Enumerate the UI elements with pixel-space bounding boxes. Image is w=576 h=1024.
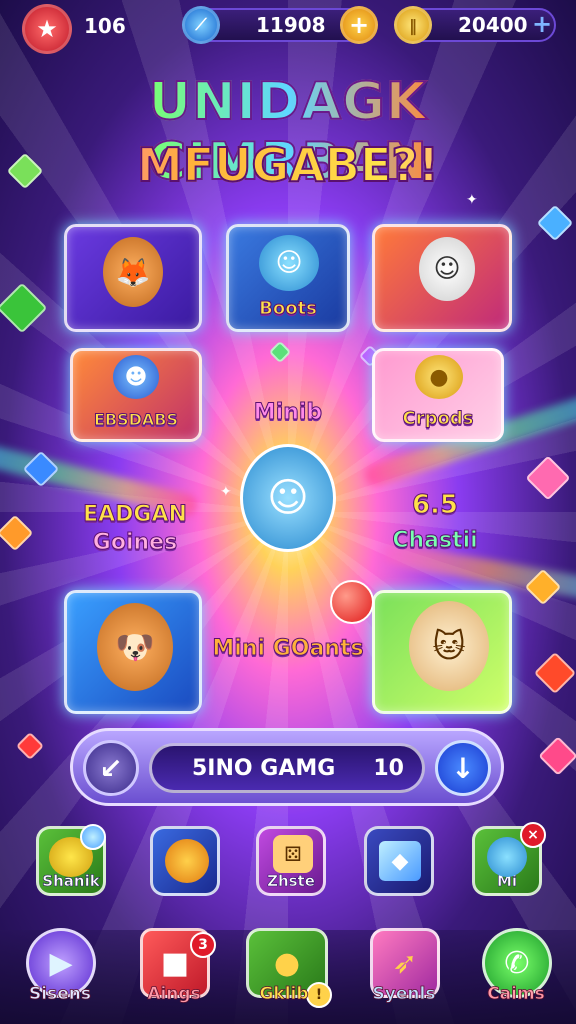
play-icon: ▶ [49,945,73,981]
card-label: Crpods [402,408,474,430]
nav-label-caims: Caims [487,984,545,1005]
close-badge-icon[interactable]: × [520,822,546,848]
red-gem-icon [533,651,576,695]
nav-badge: 3 [190,932,216,958]
game-card-dog[interactable]: 🐶 [64,590,202,714]
back-button[interactable]: ↙ [83,740,139,796]
tile-label: Zhste [267,872,315,891]
medal-icon: ● [273,945,301,981]
phone-icon: ✆ [504,945,530,981]
red-ball-icon [330,580,374,624]
gold-coins-icon: ● [415,355,463,399]
blue-blob-icon [487,837,527,877]
coin-icon: ‖ [394,6,432,44]
diamond-icon: ◆ [379,841,421,881]
game-card-gamer-cat[interactable]: 🐱 [372,590,512,714]
down-arrow-icon: ↓ [451,751,475,785]
goines-label: Goines [92,530,178,556]
search-text: 5INO GAMG [192,755,336,781]
gems-value: 11908 [256,13,326,37]
cat-character-icon: 🐱 [409,601,489,691]
search-count: 10 [373,755,404,781]
add-gems-button[interactable]: + [340,6,378,44]
green-gem-icon [268,340,292,364]
game-card-chef[interactable]: ☺ [372,224,512,332]
card-label: EBSDABS [93,410,179,430]
fruit-icon [165,839,209,883]
nav-label-sisens: Sisens [29,984,92,1005]
blue-bot-icon: ☻ [113,355,159,399]
add-coins-button[interactable]: + [532,10,552,38]
search-input[interactable]: 5INO GAMG 10 [149,743,425,793]
sparkle-icon: ✦ [466,192,478,208]
eadgan-label: EADGAN [83,502,188,528]
bubble-icon [80,824,106,850]
game-card-crpods[interactable]: ● Crpods [372,348,504,442]
profile-star-icon[interactable]: ★ [22,4,72,54]
chastii-label: Chastii [392,528,478,554]
tile-diamond[interactable]: ◆ [364,826,434,896]
game-card-ebsdabs[interactable]: ☻ EBSDABS [70,348,202,442]
mini-goants-label: Mini GOants [212,636,364,662]
nav-label-gklib: Gklib [259,984,309,1005]
minib-label: Minib [253,400,323,426]
top-bar: ★ 106 11908 ⟋ + 20400 ‖ + [0,0,576,54]
center-mascot-icon[interactable]: ☺ [240,444,336,552]
down-button[interactable]: ↓ [435,740,491,796]
tile-fruit[interactable] [150,826,220,896]
game-card-boots[interactable]: ☺ Boots [226,224,350,332]
numbers-label: 6.5 [411,490,459,521]
tile-zhste[interactable]: ⚄ Zhste [256,826,326,896]
coins-value: 20400 [458,13,528,37]
gem-icon: ⟋ [182,6,220,44]
back-arrow-icon: ↙ [99,751,123,785]
nav-label-syenls: Syenls [372,984,436,1005]
chef-character-icon: ☺ [419,237,475,301]
red-gem-icon [15,731,45,761]
blue-gem-icon [536,204,574,242]
pink-gem-icon [538,736,576,776]
card-label: Boots [259,298,318,320]
nav-label-aings: Aings [147,984,201,1005]
gift-icon: ■ [160,945,190,981]
title-line-2: MFUGABE?! [0,137,576,193]
dice-icon: ⚄ [273,835,313,873]
rocket-icon: ➶ [392,945,418,981]
blue-creature-icon: ☺ [259,235,319,291]
sparkle-icon: ✦ [220,484,232,500]
pink-gem-icon [525,455,571,501]
fox-character-icon: 🦊 [103,237,163,307]
dog-character-icon: 🐶 [97,603,173,691]
green-gem-icon [0,282,48,334]
orange-gem-icon [0,514,34,552]
left-count: 106 [84,14,126,38]
game-card-adventurer[interactable]: 🦊 [64,224,202,332]
search-bar: ↙ 5INO GAMG 10 ↓ [70,728,504,806]
